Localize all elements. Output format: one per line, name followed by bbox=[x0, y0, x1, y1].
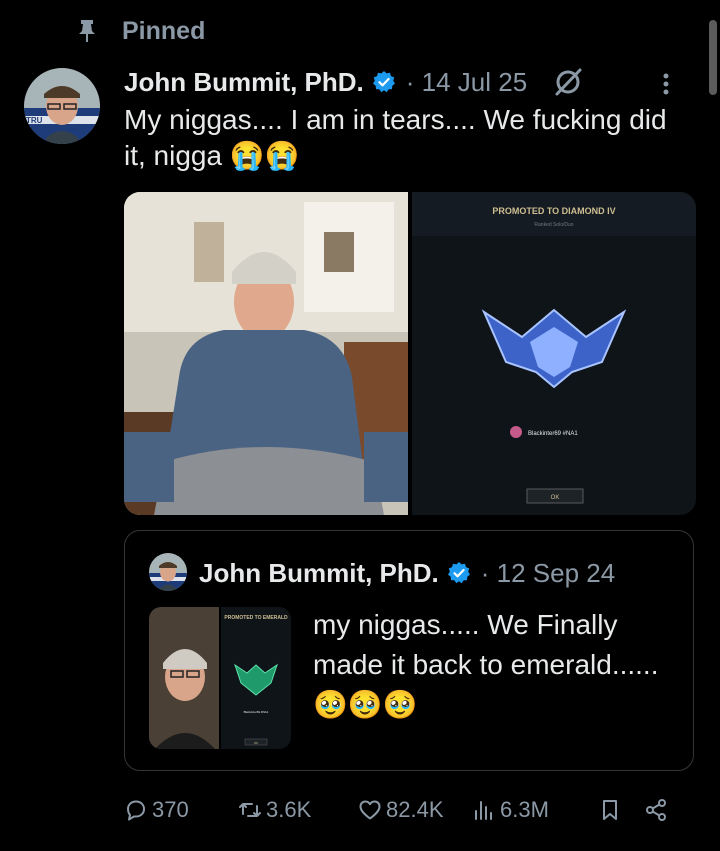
bookmark-icon bbox=[603, 800, 617, 820]
quote-avatar-image bbox=[149, 553, 187, 591]
rank-ok-button: OK bbox=[551, 495, 560, 501]
repost-count: 3.6K bbox=[266, 797, 312, 822]
views-chart-icon bbox=[475, 801, 492, 820]
pinned-label: Pinned bbox=[122, 16, 206, 45]
reply-count: 370 bbox=[152, 797, 189, 822]
repost-icon bbox=[239, 803, 261, 817]
quote-author-name[interactable]: John Bummit, PhD. bbox=[199, 558, 439, 589]
quote-date[interactable]: · 12 Sep 24 bbox=[481, 558, 615, 589]
tweet-date[interactable]: · 14 Jul 25 bbox=[406, 67, 527, 98]
like-count: 82.4K bbox=[386, 797, 444, 822]
bookmark-button[interactable] bbox=[598, 798, 644, 822]
repost-button[interactable]: 3.6K bbox=[238, 797, 358, 823]
reply-icon bbox=[127, 800, 145, 821]
photo-man-sitting-image bbox=[124, 192, 408, 515]
avatar-image: TRU bbox=[24, 68, 100, 144]
share-icon bbox=[646, 799, 666, 821]
author-name[interactable]: John Bummit, PhD. bbox=[124, 67, 364, 98]
more-options-icon[interactable] bbox=[654, 70, 678, 98]
like-button[interactable]: 82.4K bbox=[358, 797, 472, 823]
quote-avatar[interactable] bbox=[149, 553, 187, 591]
media-photo[interactable] bbox=[124, 192, 408, 515]
quote-verified-badge-icon bbox=[447, 562, 470, 584]
quoted-tweet[interactable]: John Bummit, PhD. · 12 Sep 24 PROMOTED T… bbox=[124, 530, 694, 771]
quote-rank-player: Blackinter69 #NA1 bbox=[244, 710, 269, 714]
quote-media[interactable]: PROMOTED TO EMERALD Blackinter69 #NA1 OK bbox=[149, 607, 291, 749]
rank-banner: PROMOTED TO DIAMOND IV bbox=[492, 206, 615, 216]
rank-screenshot-image: PROMOTED TO DIAMOND IV Ranked Solo/Duo B… bbox=[412, 192, 696, 515]
tweet-text: My niggas.... I am in tears.... We fucki… bbox=[124, 104, 667, 171]
quote-media-image: PROMOTED TO EMERALD Blackinter69 #NA1 OK bbox=[149, 607, 291, 749]
pin-icon bbox=[79, 20, 95, 42]
rank-player-name: Blackinter69 #NA1 bbox=[528, 431, 578, 437]
scrollbar[interactable] bbox=[706, 0, 720, 110]
scrollbar-thumb[interactable] bbox=[709, 20, 717, 95]
views-count: 6.3M bbox=[500, 797, 549, 822]
pinned-indicator: Pinned bbox=[76, 14, 205, 48]
verified-badge-icon bbox=[372, 71, 395, 93]
quote-header: John Bummit, PhD. · 12 Sep 24 bbox=[199, 553, 615, 593]
media-rank-screenshot[interactable]: PROMOTED TO DIAMOND IV Ranked Solo/Duo B… bbox=[412, 192, 696, 515]
share-button[interactable] bbox=[644, 798, 684, 822]
rank-subtitle: Ranked Solo/Duo bbox=[534, 222, 573, 228]
views-button[interactable]: 6.3M bbox=[472, 797, 598, 823]
quote-text: my niggas..... We Finally made it back t… bbox=[313, 609, 659, 720]
reply-button[interactable]: 370 bbox=[124, 797, 238, 823]
svg-text:TRU: TRU bbox=[26, 116, 43, 125]
action-bar: 370 3.6K 82.4K 6.3M bbox=[124, 788, 696, 832]
grok-icon[interactable] bbox=[553, 67, 583, 97]
heart-icon bbox=[359, 800, 381, 820]
tweet-media: PROMOTED TO DIAMOND IV Ranked Solo/Duo B… bbox=[124, 192, 696, 515]
quote-rank-ok: OK bbox=[254, 741, 258, 745]
quote-rank-banner: PROMOTED TO EMERALD bbox=[224, 615, 288, 621]
tweet-header: John Bummit, PhD. · 14 Jul 25 bbox=[124, 62, 700, 102]
avatar[interactable]: TRU bbox=[24, 68, 100, 144]
